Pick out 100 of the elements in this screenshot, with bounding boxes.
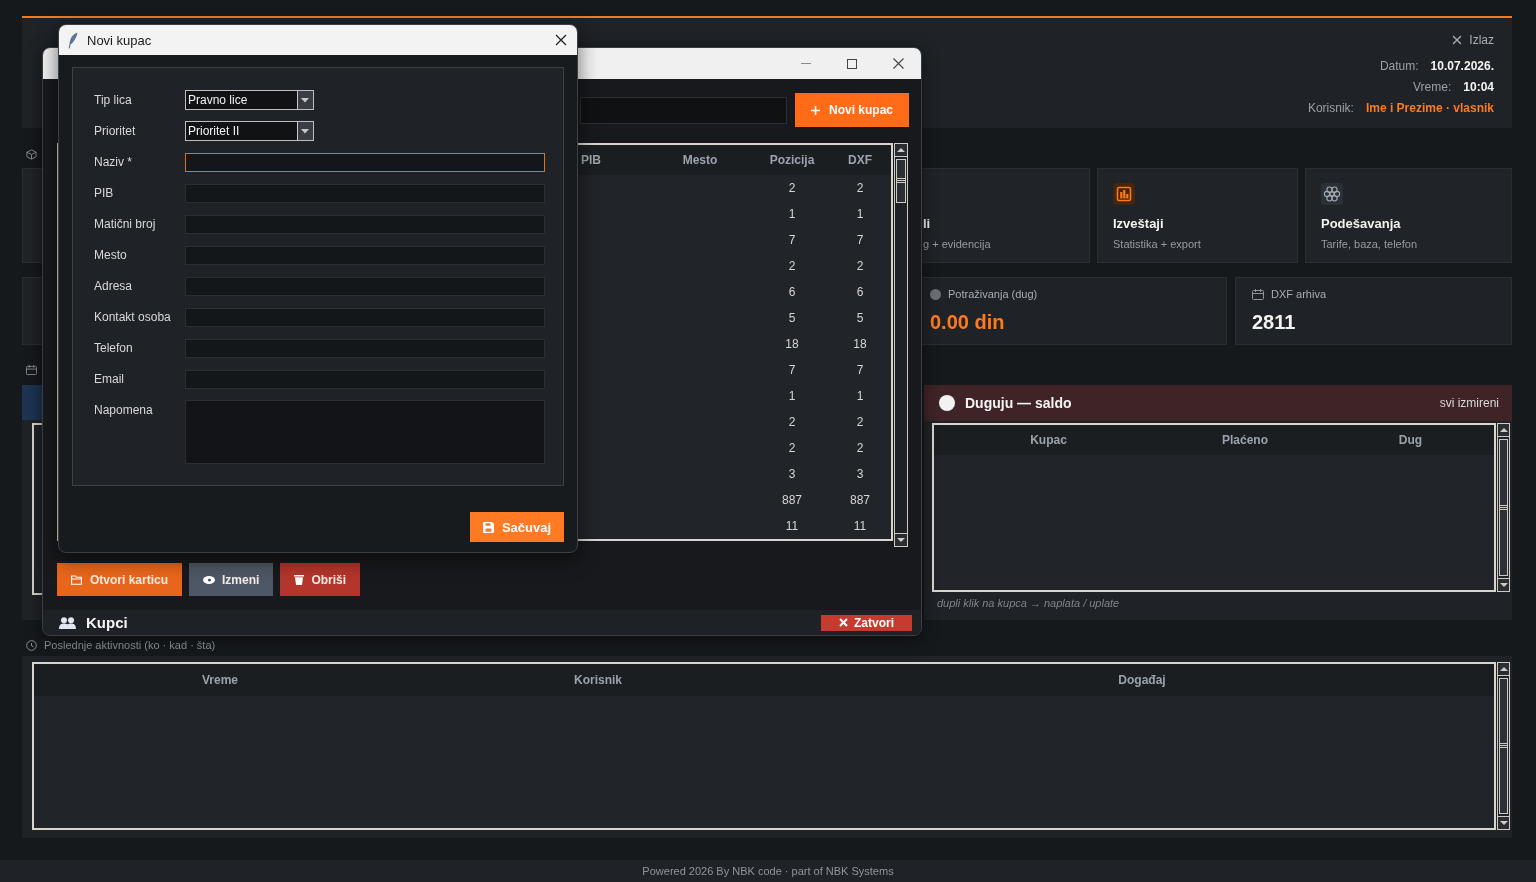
card-title: li — [923, 216, 931, 232]
column-header: PIB — [581, 153, 601, 167]
input-field[interactable] — [185, 276, 545, 296]
field-label: Tip lica — [94, 92, 132, 109]
maximize-icon[interactable] — [847, 58, 857, 69]
table-cell: 7 — [856, 363, 864, 377]
table-cell: 2 — [788, 415, 796, 429]
scrollbar[interactable] — [1497, 662, 1510, 830]
column-header: Događaj — [1118, 673, 1166, 687]
nav-card[interactable]: Podešavanja Tarife, baza, telefon — [1305, 168, 1512, 263]
stat-value: 2811 — [1252, 310, 1296, 334]
column-header: Dug — [1398, 433, 1423, 447]
nav-card[interactable]: li g + evidencija — [922, 168, 1090, 263]
table-cell: 2 — [788, 259, 796, 273]
column-header: Vreme — [202, 673, 238, 687]
input-field[interactable] — [185, 183, 545, 203]
window-title: Kupci — [86, 614, 128, 631]
scrollbar[interactable] — [1497, 423, 1510, 592]
field-label: Mesto — [94, 247, 127, 264]
card-subtitle: Tarife, baza, telefon — [1321, 237, 1417, 251]
card-title: Podešavanja — [1321, 216, 1401, 232]
calendar-icon — [26, 365, 37, 375]
hint-text: dupli klik na kupca → naplata / uplate — [937, 596, 1120, 610]
clock-icon — [26, 639, 37, 651]
card-subtitle: g + evidencija — [923, 237, 991, 251]
table-cell: 7 — [856, 233, 864, 247]
table-cell: 1 — [856, 207, 864, 221]
column-header: Mesto — [682, 153, 718, 167]
table-cell: 1 — [856, 389, 864, 403]
search-field[interactable] — [580, 96, 787, 124]
bar-chart-icon — [1113, 183, 1135, 205]
field-label: Adresa — [94, 278, 133, 295]
field-label: Matični broj — [94, 216, 156, 233]
caret-icon — [297, 91, 313, 109]
close-icon — [1452, 35, 1463, 45]
field-label: Telefon — [94, 340, 133, 357]
table-cell: 887 — [850, 493, 870, 507]
calendar-icon — [1252, 288, 1264, 300]
column-header: Korisnik — [574, 673, 622, 687]
dropdown[interactable]: Prioritet II — [185, 121, 314, 141]
close-icon — [839, 618, 848, 627]
stat-value: 0.00 din — [930, 310, 1005, 334]
nav-card[interactable]: Izveštaji Statistika + export — [1097, 168, 1298, 263]
info-label: Korisnik: — [1307, 100, 1354, 115]
eye-icon — [203, 575, 216, 584]
input-field[interactable] — [185, 369, 545, 389]
table-cell: 7 — [788, 233, 796, 247]
table-cell: 2 — [856, 181, 864, 195]
table-cell: 11 — [785, 519, 799, 533]
dropdown[interactable]: Pravno lice — [185, 90, 314, 110]
field-label: Kontakt osoba — [94, 309, 171, 326]
table-cell: 5 — [856, 311, 864, 325]
gear-icon — [1321, 183, 1343, 205]
card-title: Izveštaji — [1113, 216, 1164, 232]
action-button[interactable]: Izmeni — [189, 563, 274, 596]
stat-label: Potraživanja (dug) — [948, 288, 1038, 300]
stat-label: DXF arhiva — [1271, 288, 1327, 300]
table-cell: 11 — [853, 519, 867, 533]
table-cell: 1 — [788, 389, 796, 403]
panel-header — [22, 385, 42, 420]
people-icon — [59, 616, 76, 629]
field-label: Email — [94, 371, 124, 388]
table-cell: 2 — [856, 441, 864, 455]
minimize-icon[interactable] — [801, 63, 811, 64]
dialog-title: Novi kupac — [87, 32, 152, 48]
input-field[interactable] — [185, 214, 545, 234]
input-field[interactable] — [185, 152, 545, 172]
dot-icon — [939, 395, 955, 411]
folder-icon — [71, 574, 83, 585]
table-cell: 18 — [785, 337, 799, 351]
text-area[interactable] — [185, 400, 545, 464]
input-field[interactable] — [185, 338, 545, 358]
close-icon[interactable] — [555, 34, 567, 46]
footer-text: Powered 2026 By NBK code · part of NBK Systems — [642, 865, 894, 877]
panel-title: Duguju — saldo — [965, 395, 1072, 411]
info-label: Vreme: — [1413, 79, 1452, 94]
close-icon[interactable] — [892, 58, 904, 69]
scrollbar[interactable] — [894, 143, 908, 547]
status-text: svi izmireni — [1439, 396, 1499, 410]
column-header: Plaćeno — [1222, 433, 1268, 447]
table-cell: 2 — [788, 441, 796, 455]
close-button[interactable]: Zatvori — [821, 614, 912, 631]
info-value: 10.07.2026. — [1430, 58, 1494, 73]
dot-icon — [930, 288, 941, 300]
caret-icon — [297, 122, 313, 140]
table-cell: 7 — [788, 363, 796, 377]
input-field[interactable] — [185, 307, 545, 327]
column-header: Kupac — [1030, 433, 1067, 447]
info-value: 10:04 — [1463, 79, 1494, 94]
section-title: Poslednje aktivnosti (ko · kad · šta) — [44, 639, 216, 651]
save-icon — [482, 521, 494, 533]
field-label: PIB — [94, 185, 114, 202]
input-field[interactable] — [185, 245, 545, 265]
column-header: DXF — [848, 153, 872, 167]
table-cell: 18 — [853, 337, 867, 351]
exit-link[interactable]: Izlaz — [1452, 32, 1494, 48]
field-label: Napomena — [94, 402, 153, 419]
card-subtitle: Statistika + export — [1113, 237, 1201, 251]
action-button[interactable]: Obriši — [280, 563, 361, 596]
field-label: Prioritet — [94, 123, 136, 140]
